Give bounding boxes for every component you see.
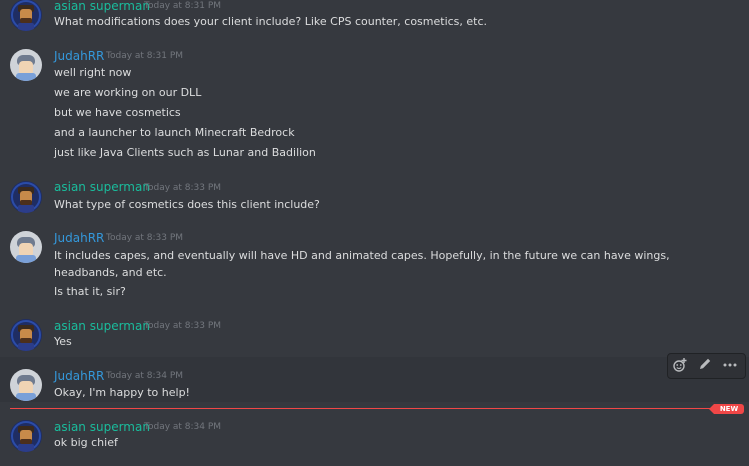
timestamp: Today at 8:33 PM	[144, 321, 222, 331]
new-messages-divider	[10, 408, 734, 409]
message-text: and a launcher to launch Minecraft Bedro…	[54, 126, 295, 139]
avatar[interactable]	[10, 319, 42, 351]
message-text: we are working on our DLL	[54, 86, 202, 99]
username[interactable]: JudahRR	[54, 48, 104, 64]
username[interactable]: asian superman	[54, 419, 150, 435]
add-reaction-icon[interactable]	[670, 357, 690, 377]
avatar[interactable]	[10, 420, 42, 452]
timestamp: Today at 8:31 PM	[106, 51, 184, 61]
avatar[interactable]	[10, 231, 42, 263]
username[interactable]: JudahRR	[54, 230, 104, 246]
timestamp: Today at 8:34 PM	[144, 422, 222, 432]
edit-icon[interactable]	[695, 357, 715, 377]
username[interactable]: asian superman	[54, 0, 150, 14]
message-text: Is that it, sir?	[54, 285, 126, 298]
message-text: It includes capes, and eventually will h…	[54, 249, 670, 279]
message-text: Yes	[54, 335, 72, 348]
message-text: Okay, I'm happy to help!	[54, 386, 190, 399]
timestamp: Today at 8:34 PM	[106, 371, 184, 381]
username[interactable]: JudahRR	[54, 368, 104, 384]
message-actions-toolbar	[667, 353, 746, 379]
message-text: just like Java Clients such as Lunar and…	[54, 146, 316, 159]
avatar[interactable]	[10, 369, 42, 401]
message-text: What modifications does your client incl…	[54, 15, 488, 28]
message-text: but we have cosmetics	[54, 106, 181, 119]
chat-messages: asian superman Today at 8:31 PM What mod…	[0, 0, 749, 466]
username[interactable]: asian superman	[54, 318, 150, 334]
timestamp: Today at 8:33 PM	[106, 233, 184, 243]
avatar[interactable]	[10, 181, 42, 213]
username[interactable]: asian superman	[54, 179, 150, 195]
message-text: well right now	[54, 66, 132, 79]
message-text: ok big chief	[54, 436, 118, 449]
timestamp: Today at 8:33 PM	[144, 183, 222, 193]
more-icon[interactable]	[720, 357, 740, 377]
new-badge: NEW	[709, 404, 744, 414]
avatar[interactable]	[10, 49, 42, 81]
message-text: What type of cosmetics does this client …	[54, 198, 320, 211]
avatar[interactable]	[10, 0, 42, 31]
timestamp: Today at 8:31 PM	[144, 1, 222, 11]
